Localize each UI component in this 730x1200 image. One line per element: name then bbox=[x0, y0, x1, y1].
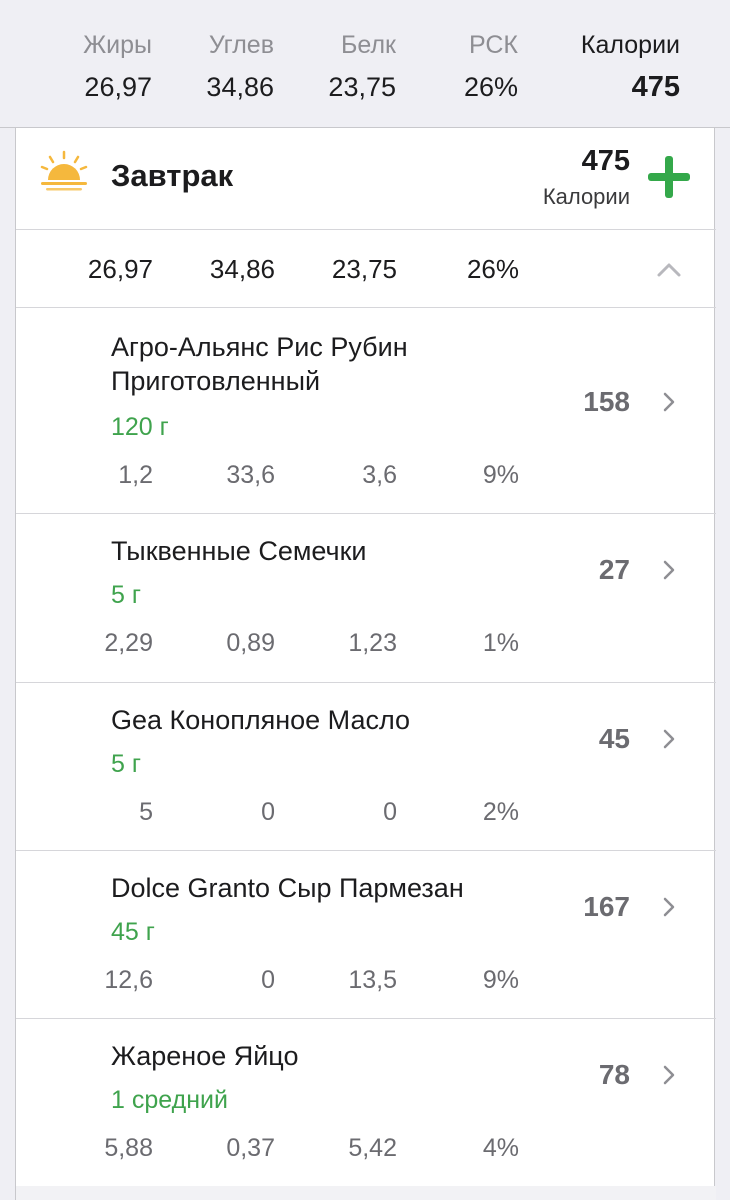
food-quantity: 5 г bbox=[111, 581, 141, 609]
meal-header[interactable]: Завтрак 475 Калории bbox=[16, 128, 716, 230]
chevron-right-icon bbox=[663, 897, 675, 917]
food-calories: 167 bbox=[583, 891, 630, 922]
chevron-right-icon bbox=[663, 392, 675, 412]
summary-protein-label: Белк bbox=[340, 31, 396, 59]
food-carbs: 0 bbox=[261, 798, 275, 826]
food-name: Gea Конопляное Масло bbox=[111, 705, 411, 735]
food-name: Жареное Яйцо bbox=[111, 1041, 299, 1071]
food-carbs: 0,37 bbox=[226, 1134, 275, 1162]
meal-title: Завтрак bbox=[111, 158, 234, 193]
meal-rsk-total: 26% bbox=[466, 254, 519, 284]
food-protein: 3,6 bbox=[362, 461, 397, 489]
summary-protein: Белк 23,75 bbox=[276, 30, 396, 102]
summary-fat-label: Жиры bbox=[83, 31, 152, 59]
summary-carbs-label: Углев bbox=[208, 31, 274, 59]
summary-rsk: РСК 26% bbox=[398, 30, 518, 102]
chevron-up-icon[interactable] bbox=[656, 260, 682, 278]
food-calories: 158 bbox=[583, 386, 630, 417]
food-item[interactable]: Жареное Яйцо 1 средний 78 5,88 0,37 5,42… bbox=[16, 1019, 716, 1186]
food-protein: 5,42 bbox=[348, 1134, 397, 1162]
food-protein: 13,5 bbox=[348, 966, 397, 994]
food-fat: 5,88 bbox=[104, 1134, 153, 1162]
food-fat: 5 bbox=[139, 798, 153, 826]
summary-calories: Калории 475 bbox=[530, 30, 680, 102]
food-name: Dolce Granto Сыр Пармезан bbox=[111, 873, 464, 903]
meal-protein-total: 23,75 bbox=[331, 254, 397, 284]
chevron-right-icon bbox=[663, 560, 675, 580]
food-quantity: 1 средний bbox=[111, 1086, 228, 1114]
food-protein: 0 bbox=[383, 798, 397, 826]
food-fat: 2,29 bbox=[104, 629, 153, 657]
summary-carbs: Углев 34,86 bbox=[154, 30, 274, 102]
card-footer bbox=[16, 1186, 716, 1200]
summary-protein-value: 23,75 bbox=[328, 72, 396, 102]
daily-summary: Жиры 26,97 Углев 34,86 Белк 23,75 РСК 26… bbox=[0, 0, 730, 128]
summary-calories-value: 475 bbox=[631, 71, 680, 103]
chevron-right-icon bbox=[663, 1065, 675, 1085]
food-calories: 45 bbox=[598, 723, 630, 754]
food-carbs: 0 bbox=[261, 966, 275, 994]
add-food-button[interactable] bbox=[648, 156, 690, 198]
summary-calories-label: Калории bbox=[580, 31, 680, 59]
food-quantity: 5 г bbox=[111, 750, 141, 778]
food-rsk: 1% bbox=[482, 629, 519, 657]
food-name: Тыквенные Семечки bbox=[111, 536, 367, 566]
meal-fat-total: 26,97 bbox=[87, 254, 153, 284]
food-quantity: 45 г bbox=[111, 918, 155, 946]
summary-rsk-value: 26% bbox=[463, 72, 518, 102]
summary-carbs-value: 34,86 bbox=[206, 72, 274, 102]
food-item[interactable]: Gea Конопляное Масло 5 г 45 5 0 0 2% bbox=[16, 683, 716, 851]
summary-fat-value: 26,97 bbox=[84, 72, 152, 102]
meal-carbs-total: 34,86 bbox=[209, 254, 275, 284]
food-rsk: 9% bbox=[482, 461, 519, 489]
food-item[interactable]: Агро-Альянс Рис Рубин Приготовленный 120… bbox=[16, 308, 716, 514]
food-item[interactable]: Dolce Granto Сыр Пармезан 45 г 167 12,6 … bbox=[16, 851, 716, 1019]
sunrise-icon bbox=[40, 150, 88, 191]
food-item[interactable]: Тыквенные Семечки 5 г 27 2,29 0,89 1,23 … bbox=[16, 514, 716, 683]
summary-fat: Жиры 26,97 bbox=[32, 30, 152, 102]
meal-macro-totals: 26,97 34,86 23,75 26% bbox=[16, 230, 716, 308]
meal-card: Завтрак 475 Калории 26,97 34,86 23,75 26… bbox=[15, 128, 716, 1200]
food-rsk: 4% bbox=[482, 1134, 519, 1162]
summary-rsk-label: РСК bbox=[468, 31, 518, 59]
meal-calories-value: 475 bbox=[581, 145, 630, 177]
food-rsk: 2% bbox=[482, 798, 519, 826]
chevron-right-icon bbox=[663, 729, 675, 749]
food-calories: 27 bbox=[598, 554, 630, 585]
food-calories: 78 bbox=[598, 1059, 630, 1090]
food-carbs: 0,89 bbox=[226, 629, 275, 657]
food-fat: 12,6 bbox=[104, 966, 153, 994]
food-carbs: 33,6 bbox=[226, 461, 275, 489]
meal-calories-label: Калории bbox=[542, 184, 630, 209]
food-protein: 1,23 bbox=[348, 629, 397, 657]
food-fat: 1,2 bbox=[118, 461, 153, 489]
food-name: Агро-Альянс Рис Рубин Приготовленный bbox=[111, 332, 408, 396]
food-rsk: 9% bbox=[482, 966, 519, 994]
food-quantity: 120 г bbox=[111, 413, 169, 441]
